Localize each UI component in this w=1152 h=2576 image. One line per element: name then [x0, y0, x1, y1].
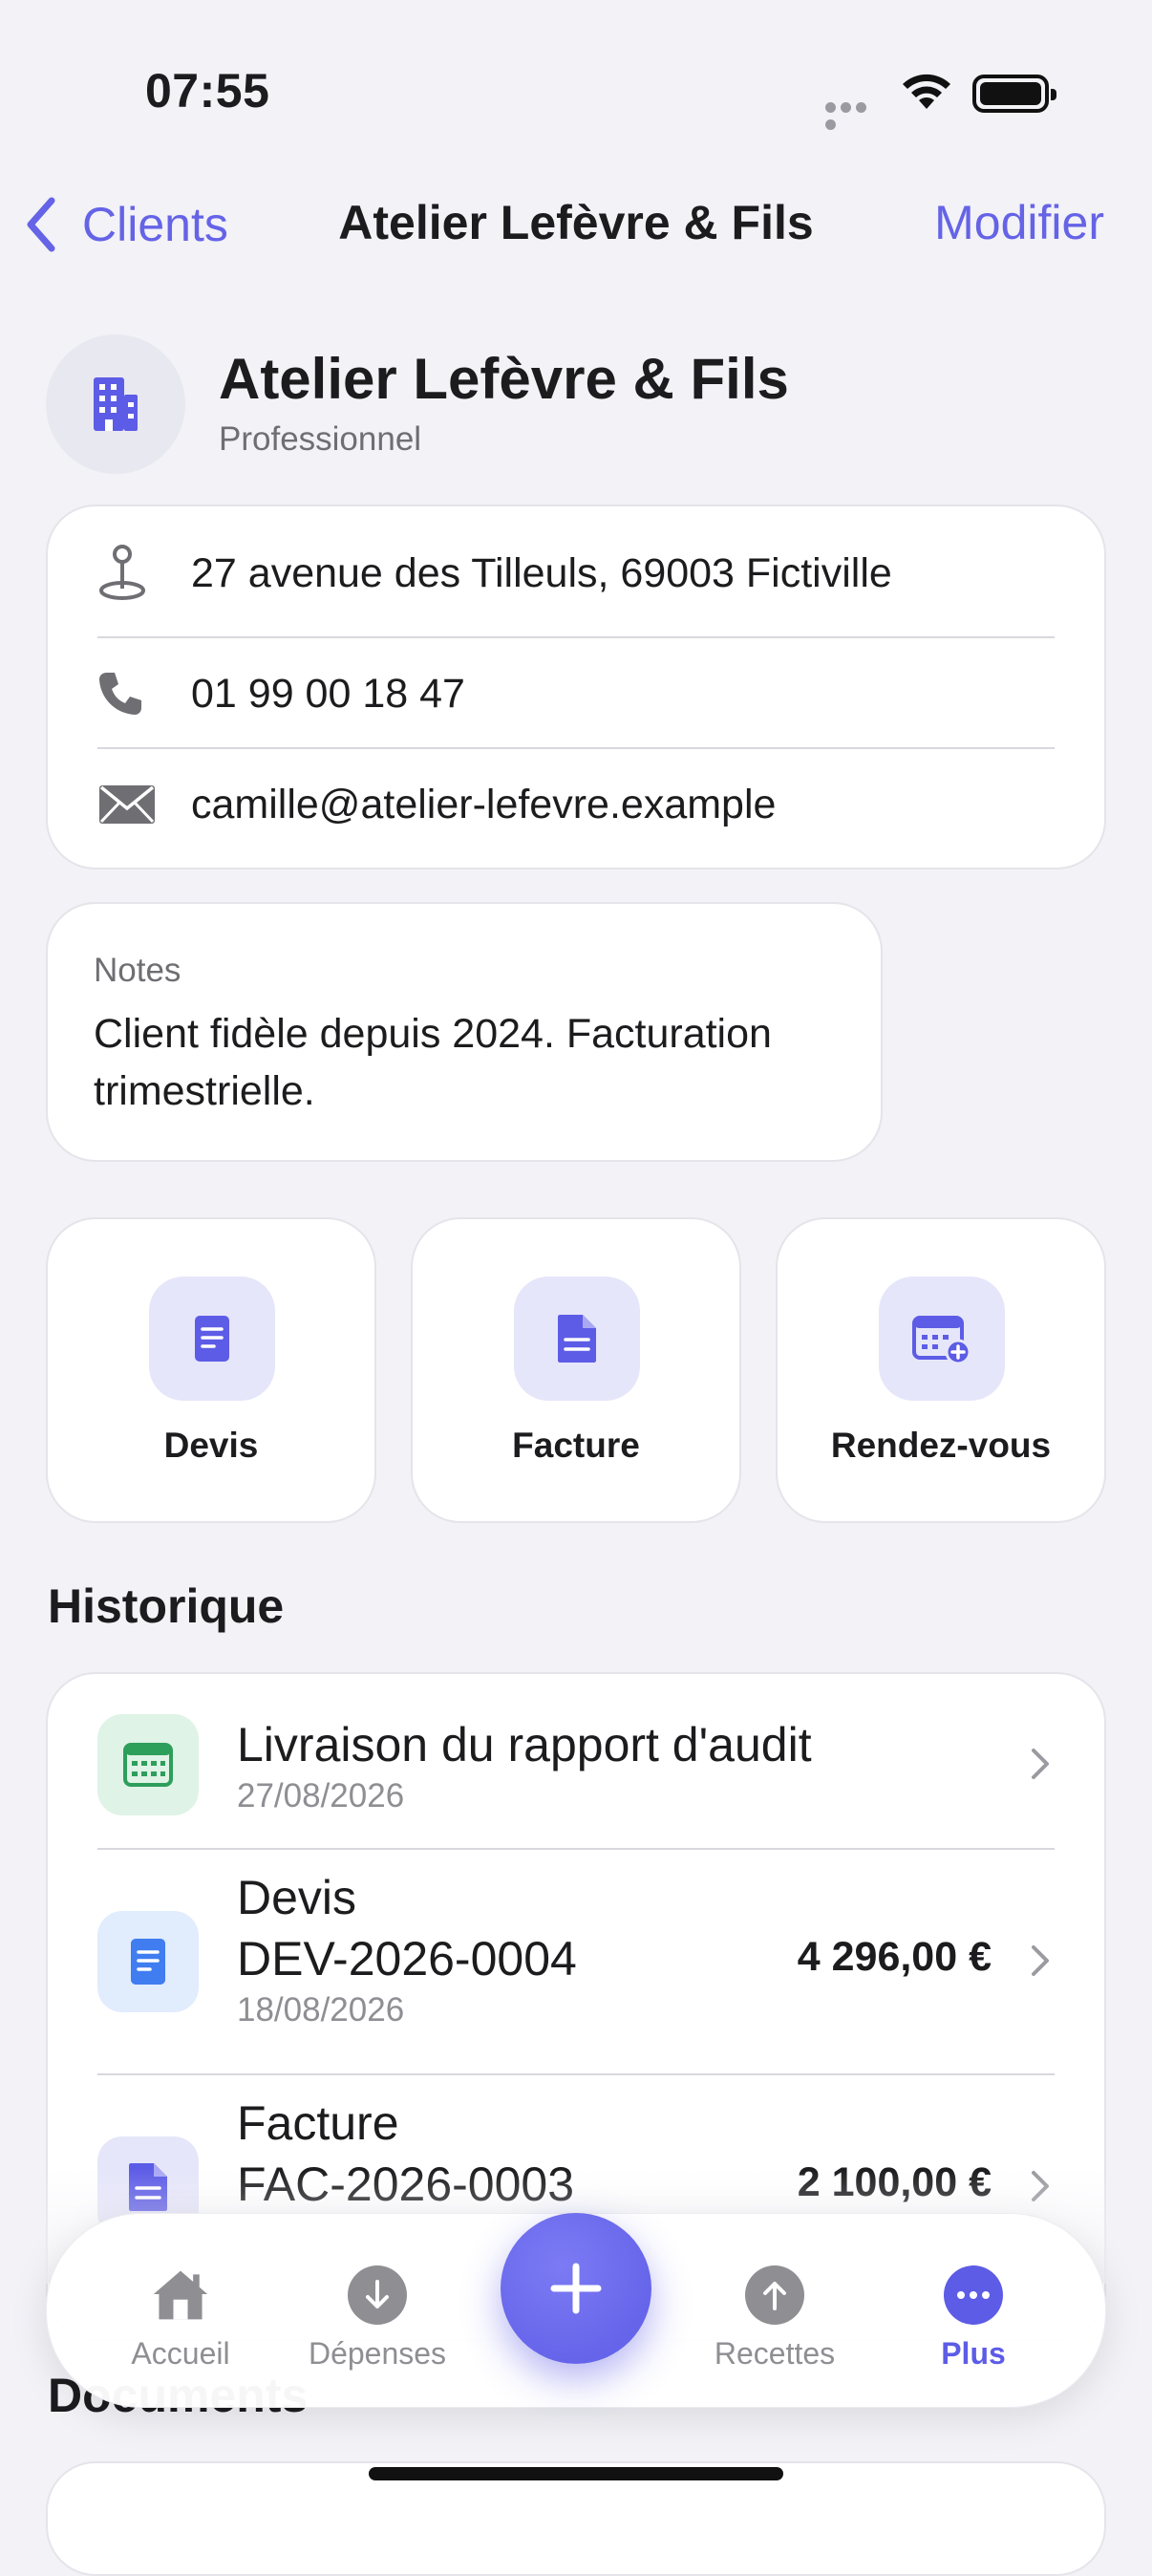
history-item-amount: 4 296,00 €	[797, 1934, 992, 1980]
back-button[interactable]: Clients	[25, 191, 228, 258]
email-row[interactable]: camille@atelier-lefevre.example	[48, 749, 1104, 860]
tab-recettes[interactable]: Recettes	[679, 2265, 870, 2372]
tab-label: Recettes	[714, 2336, 836, 2371]
building-icon	[94, 377, 138, 431]
history-item-appointment[interactable]: Livraison du rapport d'audit 27/08/2026	[48, 1674, 1104, 1850]
new-quote-button[interactable]: Devis	[46, 1217, 376, 1523]
client-name: Atelier Lefèvre & Fils	[219, 347, 789, 411]
calendar-add-icon	[912, 1316, 971, 1365]
status-time: 07:55	[145, 64, 270, 118]
history-item-title: Livraison du rapport d'audit	[237, 1718, 812, 1771]
battery-icon	[972, 75, 1056, 113]
phone-icon	[99, 673, 141, 715]
history-item-title: Devis	[237, 1871, 357, 1924]
add-button[interactable]	[501, 2213, 651, 2364]
arrow-down-circle-icon	[348, 2265, 407, 2325]
chevron-right-icon	[1032, 1945, 1049, 1976]
home-indicator	[369, 2467, 783, 2480]
calendar-icon	[97, 1714, 199, 1815]
chevron-right-icon	[1032, 1749, 1049, 1779]
chevron-left-icon	[27, 197, 55, 252]
action-label: Devis	[163, 1426, 259, 1465]
house-icon	[151, 2265, 210, 2325]
history-title: Historique	[48, 1579, 285, 1633]
tab-plus[interactable]: Plus	[878, 2265, 1069, 2372]
map-pin-icon	[99, 545, 145, 600]
signal-dots-icon	[825, 100, 883, 130]
notes-label: Notes	[94, 952, 181, 989]
tab-label: Plus	[941, 2336, 1006, 2371]
tab-label: Accueil	[131, 2336, 230, 2371]
contact-card: 27 avenue des Tilleuls, 69003 Fictiville…	[46, 504, 1106, 869]
address-row[interactable]: 27 avenue des Tilleuls, 69003 Fictiville	[48, 518, 1104, 629]
tab-accueil[interactable]: Accueil	[85, 2265, 276, 2372]
action-label: Rendez-vous	[830, 1426, 1052, 1465]
history-item-date: 27/08/2026	[237, 1777, 405, 1814]
action-label: Facture	[512, 1426, 640, 1465]
new-invoice-button[interactable]: Facture	[411, 1217, 741, 1523]
phone-text: 01 99 00 18 47	[191, 670, 465, 717]
wifi-icon	[900, 73, 953, 116]
envelope-icon	[99, 785, 155, 824]
plus-icon	[550, 2263, 602, 2314]
back-label: Clients	[82, 198, 228, 251]
history-item-date: 18/08/2026	[237, 1991, 405, 2029]
avatar	[46, 334, 185, 474]
arrow-up-circle-icon	[745, 2265, 804, 2325]
edit-button[interactable]: Modifier	[934, 195, 1104, 250]
phone-row[interactable]: 01 99 00 18 47	[48, 638, 1104, 749]
history-item-ref: DEV-2026-0004	[237, 1932, 577, 1986]
tab-label: Dépenses	[308, 2336, 447, 2371]
tab-depenses[interactable]: Dépenses	[282, 2265, 473, 2372]
history-item-title: Facture	[237, 2096, 399, 2150]
invoice-icon	[558, 1315, 596, 1363]
document-icon	[97, 1911, 199, 2012]
document-icon	[195, 1316, 229, 1362]
history-item-quote[interactable]: Devis DEV-2026-0004 18/08/2026 4 296,00 …	[48, 1850, 1104, 2075]
notes-text: Client fidèle depuis 2024. Facturation t…	[94, 1011, 772, 1114]
address-text: 27 avenue des Tilleuls, 69003 Fictiville	[191, 549, 892, 596]
email-text: camille@atelier-lefevre.example	[191, 781, 777, 827]
ellipsis-circle-icon	[944, 2265, 1003, 2325]
new-appointment-button[interactable]: Rendez-vous	[776, 1217, 1106, 1523]
notes-card: Notes Client fidèle depuis 2024. Factura…	[46, 902, 883, 1162]
client-type: Professionnel	[219, 420, 422, 458]
